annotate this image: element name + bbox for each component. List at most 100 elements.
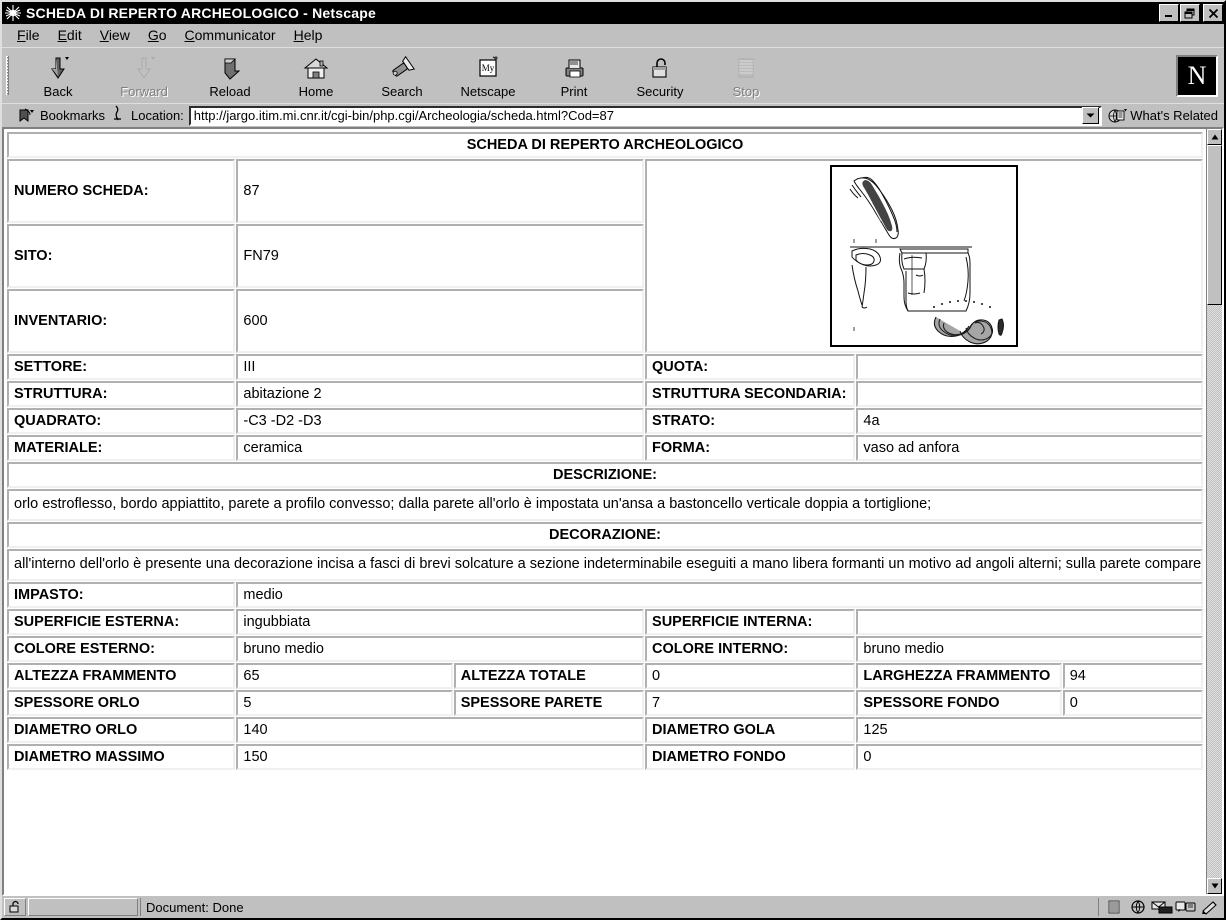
- table-row: DIAMETRO ORLO 140 DIAMETRO GOLA 125: [7, 716, 1203, 743]
- field-label-sito: SITO:: [7, 224, 236, 288]
- toolbar-grip[interactable]: [2, 48, 12, 103]
- chevron-down-icon[interactable]: [1082, 107, 1100, 124]
- bookmark-icon: [19, 108, 34, 122]
- menu-edit[interactable]: Edit: [49, 25, 91, 45]
- field-label-spessore-fondo: SPESSORE FONDO: [856, 689, 1062, 716]
- field-value-struttura: abitazione 2: [236, 381, 645, 407]
- field-label-spessore-orlo: SPESSORE ORLO: [7, 689, 236, 716]
- whats-related-icon: [1108, 108, 1128, 122]
- field-value-inventario: 600: [236, 289, 645, 353]
- scroll-up-icon[interactable]: [1207, 129, 1222, 145]
- table-row: orlo estroflesso, bordo appiattito, pare…: [7, 489, 1203, 521]
- scrollbar-thumb[interactable]: [1207, 145, 1222, 305]
- stop-icon: [729, 55, 763, 83]
- field-label-quadrato: QUADRATO:: [7, 408, 236, 434]
- stop-button[interactable]: Stop: [710, 53, 782, 99]
- netscape-button[interactable]: My Netscape: [452, 53, 524, 99]
- netscape-logo[interactable]: N: [1176, 54, 1218, 97]
- table-row: COLORE ESTERNO: bruno medio COLORE INTER…: [7, 635, 1203, 662]
- field-label-materiale: MATERIALE:: [7, 435, 236, 461]
- bookmarks-button[interactable]: Bookmarks: [17, 108, 105, 124]
- section-text-decorazione: all'interno dell'orlo è presente una dec…: [7, 548, 1203, 581]
- field-label-altezza-frammento: ALTEZZA FRAMMENTO: [7, 662, 236, 689]
- mail-icon[interactable]: [1150, 898, 1174, 916]
- unlocked-padlock-icon[interactable]: [4, 898, 26, 916]
- field-value-diametro-orlo: 140: [236, 716, 645, 743]
- url-text[interactable]: http://jargo.itim.mi.cnr.it/cgi-bin/php.…: [191, 108, 1082, 123]
- field-label-colore-interno: COLORE INTERNO:: [645, 635, 856, 662]
- stop-label: Stop: [732, 83, 760, 99]
- bookmarks-label: Bookmarks: [40, 108, 106, 123]
- page-title: SCHEDA DI REPERTO ARCHEOLOGICO: [7, 132, 1203, 158]
- reload-button[interactable]: Reload: [194, 53, 266, 99]
- menu-view[interactable]: View: [91, 25, 139, 45]
- menu-go[interactable]: Go: [139, 25, 176, 45]
- reload-label: Reload: [209, 83, 251, 99]
- vertical-scrollbar[interactable]: [1206, 129, 1222, 894]
- field-label-colore-esterno: COLORE ESTERNO:: [7, 635, 236, 662]
- newsgroup-icon[interactable]: [1174, 898, 1198, 916]
- field-label-diametro-gola: DIAMETRO GOLA: [645, 716, 856, 743]
- back-button[interactable]: Back: [22, 53, 94, 99]
- padlock-icon: [643, 55, 677, 83]
- scrollbar-track[interactable]: [1207, 305, 1222, 878]
- field-value-sito: FN79: [236, 224, 645, 288]
- window-title: SCHEDA DI REPERTO ARCHEOLOGICO - Netscap…: [26, 5, 376, 21]
- field-label-diametro-fondo: DIAMETRO FONDO: [645, 743, 856, 770]
- field-label-numero-scheda: NUMERO SCHEDA:: [7, 159, 236, 223]
- online-status-icon[interactable]: [1102, 898, 1126, 916]
- page-proxy-icon[interactable]: [110, 104, 126, 127]
- netscape-logo-letter: N: [1187, 60, 1207, 90]
- field-label-quota: QUOTA:: [645, 354, 856, 380]
- search-flashlight-icon: [385, 55, 419, 83]
- table-row: SUPERFICIE ESTERNA: ingubbiata SUPERFICI…: [7, 608, 1203, 635]
- composer-icon[interactable]: [1198, 898, 1222, 916]
- forward-button[interactable]: Forward: [108, 53, 180, 99]
- security-label: Security: [636, 83, 684, 99]
- location-label: Location:: [131, 108, 184, 123]
- search-label: Search: [381, 83, 423, 99]
- table-row: SPESSORE ORLO 5 SPESSORE PARETE 7 SPESSO…: [7, 689, 1203, 716]
- field-label-altezza-totale: ALTEZZA TOTALE: [453, 662, 645, 689]
- field-label-struttura: STRUTTURA:: [7, 381, 236, 407]
- printer-icon: [557, 55, 591, 83]
- field-label-spessore-parete: SPESSORE PARETE: [453, 689, 645, 716]
- field-value-altezza-totale: 0: [645, 662, 856, 689]
- table-row: ALTEZZA FRAMMENTO 65 ALTEZZA TOTALE 0 LA…: [7, 662, 1203, 689]
- whats-related-label: What's Related: [1130, 108, 1218, 123]
- section-text-descrizione: orlo estroflesso, bordo appiattito, pare…: [7, 489, 1203, 521]
- field-label-diametro-massimo: DIAMETRO MASSIMO: [7, 743, 236, 770]
- web-icon[interactable]: [1126, 898, 1150, 916]
- table-row: DIAMETRO MASSIMO 150 DIAMETRO FONDO 0: [7, 743, 1203, 770]
- menu-file[interactable]: FFileile: [8, 25, 49, 45]
- location-bar: Bookmarks Location: http://jargo.itim.mi…: [2, 103, 1224, 127]
- field-value-altezza-frammento: 65: [236, 662, 453, 689]
- print-button[interactable]: Print: [538, 53, 610, 99]
- field-label-superficie-interna: SUPERFICIE INTERNA:: [645, 608, 856, 635]
- table-row: DESCRIZIONE:: [7, 462, 1203, 488]
- content-area: SCHEDA DI REPERTO ARCHEOLOGICO NUMERO SC…: [2, 127, 1224, 896]
- menu-help[interactable]: Help: [285, 25, 332, 45]
- close-button[interactable]: [1203, 4, 1223, 22]
- url-input[interactable]: http://jargo.itim.mi.cnr.it/cgi-bin/php.…: [188, 105, 1103, 126]
- home-button[interactable]: Home: [280, 53, 352, 99]
- menu-communicator[interactable]: Communicator: [176, 25, 285, 45]
- table-row: QUADRATO: -C3 -D2 -D3 STRATO: 4a: [7, 408, 1203, 434]
- field-value-diametro-gola: 125: [856, 716, 1203, 743]
- scroll-down-icon[interactable]: [1207, 878, 1222, 894]
- field-label-larghezza-frammento: LARGHEZZA FRAMMENTO: [856, 662, 1062, 689]
- security-button[interactable]: Security: [624, 53, 696, 99]
- restore-button[interactable]: [1180, 4, 1200, 22]
- table-row: SETTORE: III QUOTA:: [7, 354, 1203, 380]
- title-bar: SCHEDA DI REPERTO ARCHEOLOGICO - Netscap…: [2, 2, 1224, 24]
- minimize-button[interactable]: [1159, 4, 1179, 22]
- field-value-superficie-esterna: ingubbiata: [236, 608, 645, 635]
- home-icon: [299, 55, 333, 83]
- whats-related-button[interactable]: What's Related: [1107, 107, 1222, 125]
- search-button[interactable]: Search: [366, 53, 438, 99]
- my-netscape-icon: My: [471, 55, 505, 83]
- status-message: Document: Done: [140, 898, 1096, 916]
- artifact-drawing-cell: [645, 159, 1203, 353]
- table-row: NUMERO SCHEDA: 87: [7, 159, 1203, 353]
- print-label: Print: [560, 83, 588, 99]
